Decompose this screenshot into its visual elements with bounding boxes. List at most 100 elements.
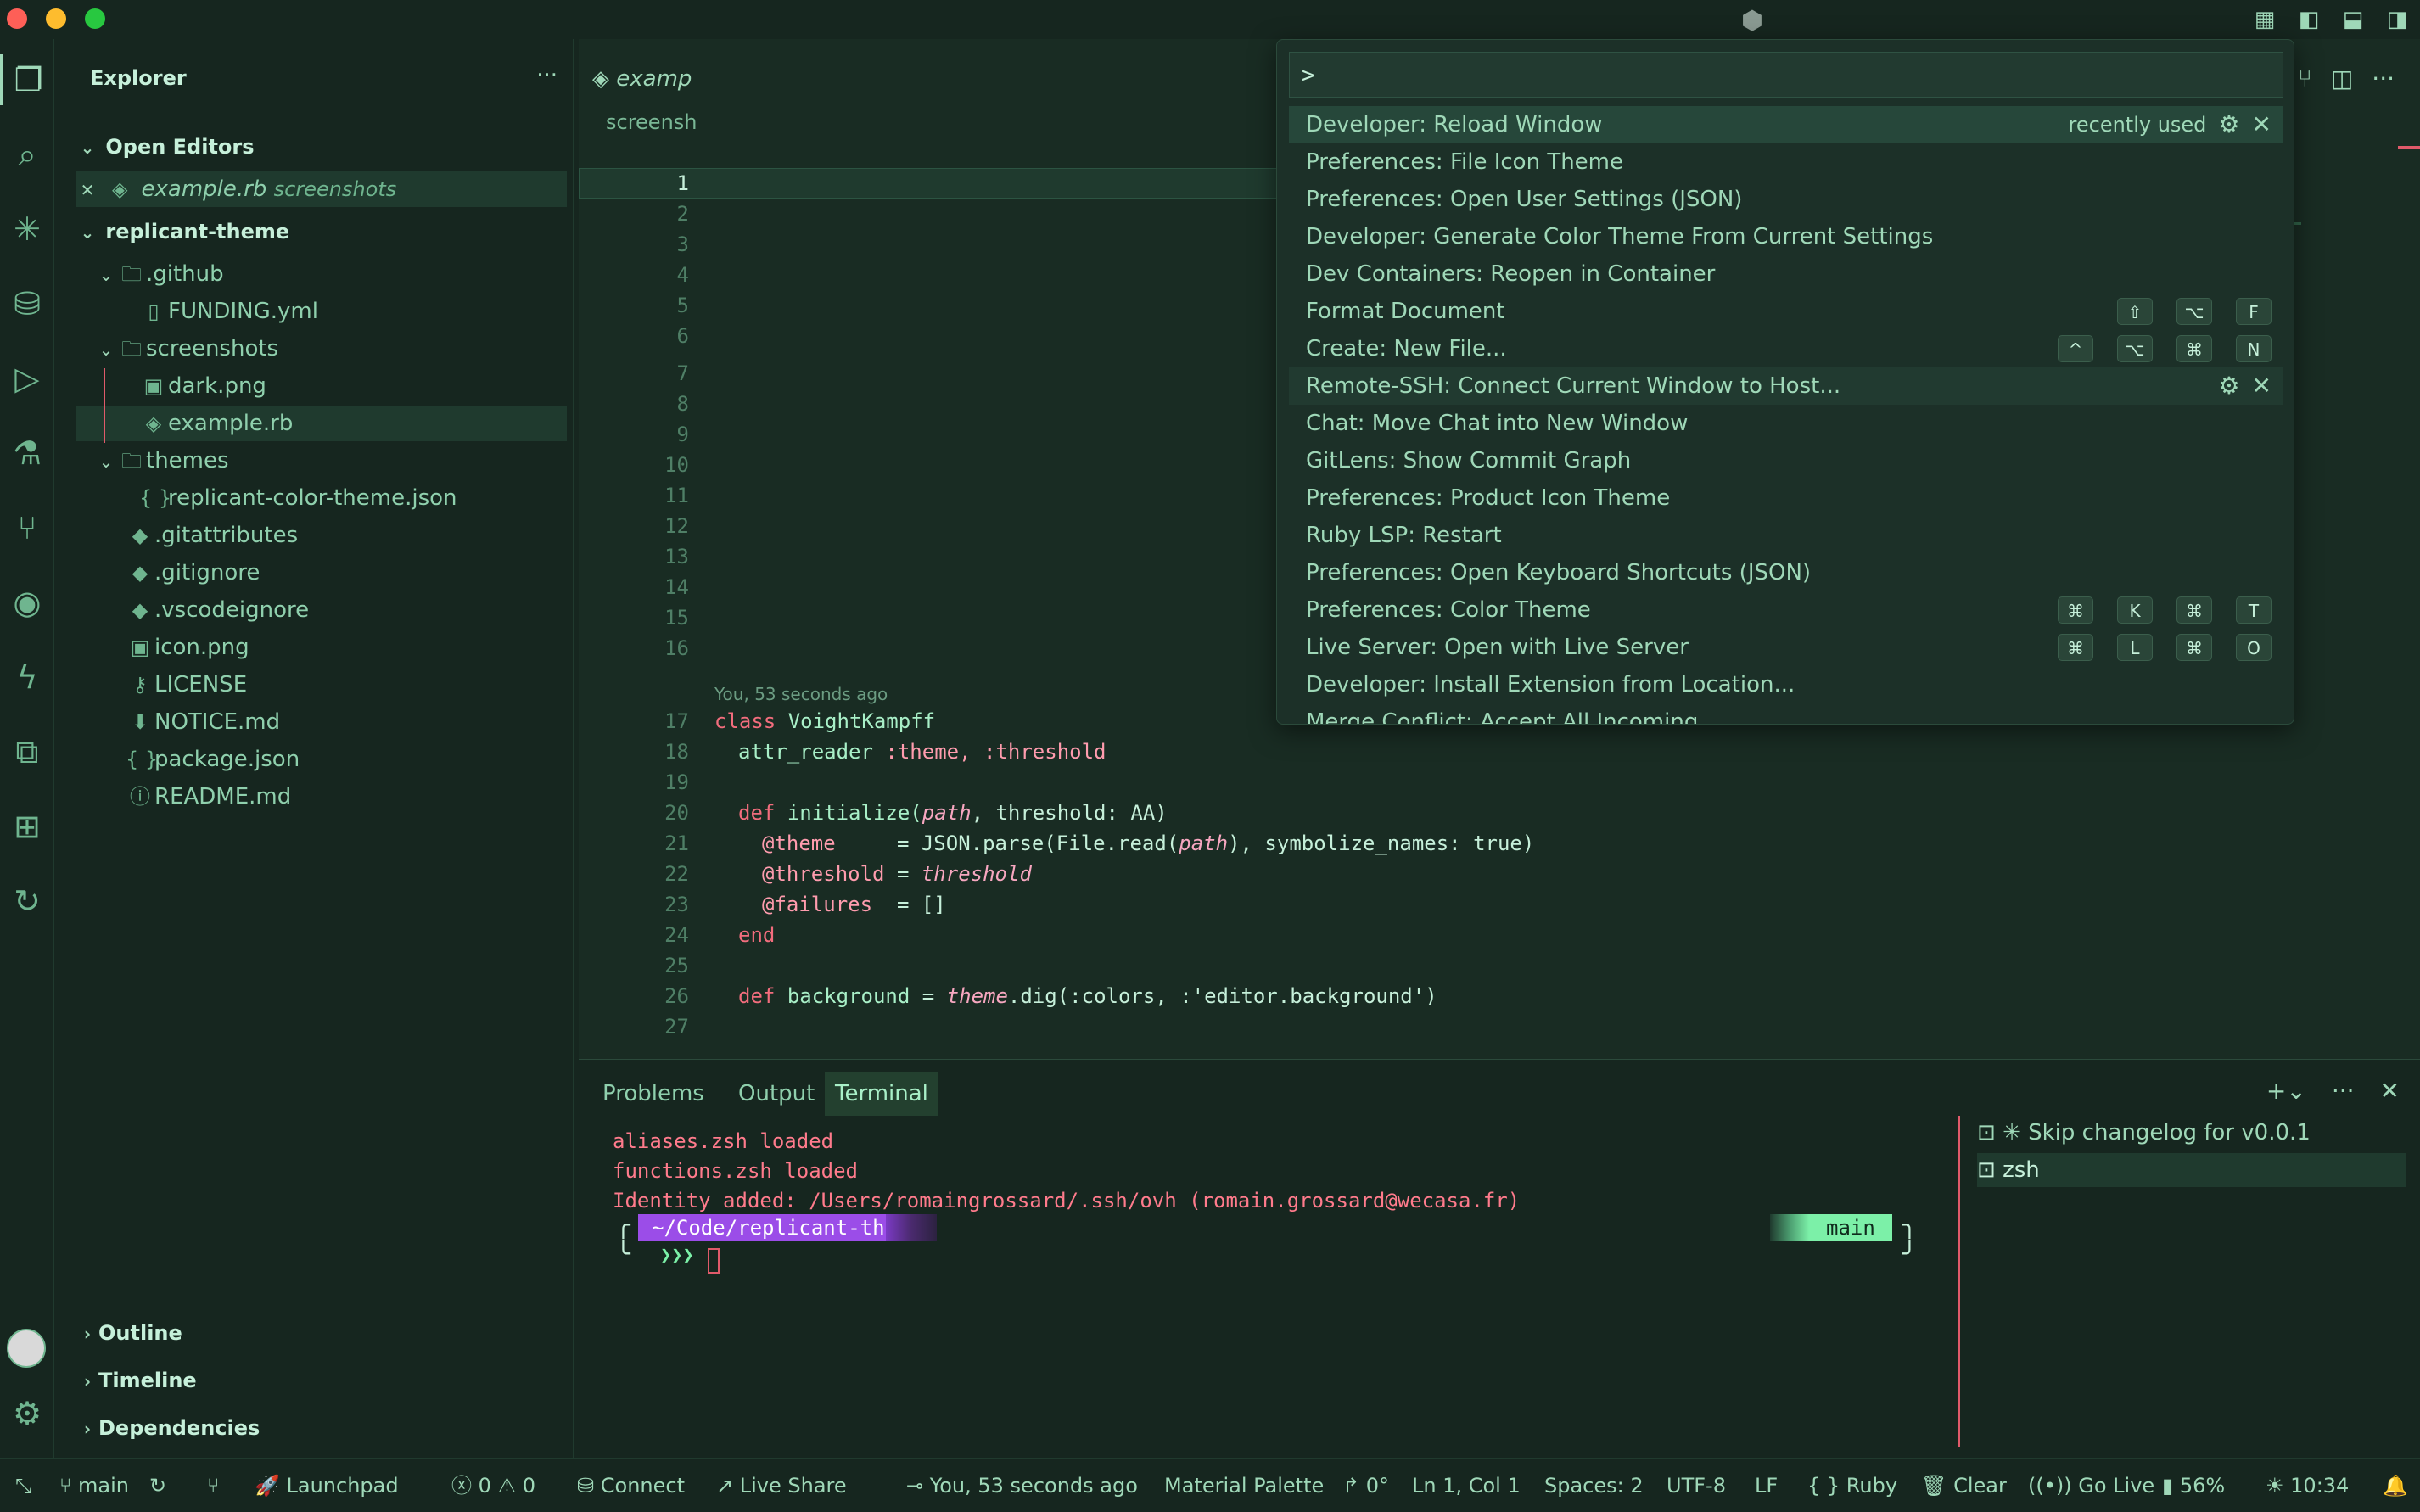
battery-item[interactable]: ▮ 56% <box>2162 1459 2225 1512</box>
material-palette-item[interactable]: Material Palette <box>1164 1459 1324 1512</box>
tree-item-notice[interactable]: ⬇ NOTICE.md <box>76 704 567 740</box>
live-share-item[interactable]: ↗ Live Share <box>716 1459 847 1512</box>
close-icon[interactable]: ✕ <box>76 172 98 208</box>
palette-item-reopen-container[interactable]: Dev Containers: Reopen in Container <box>1289 255 2283 293</box>
github-icon[interactable]: ◉ <box>0 577 54 628</box>
lightning-icon[interactable]: ϟ <box>0 652 54 703</box>
launchpad-item[interactable]: 🚀 Launchpad <box>255 1459 399 1512</box>
project-root[interactable]: ⌄ replicant-theme <box>76 214 567 249</box>
palette-item-user-settings-json[interactable]: Preferences: Open User Settings (JSON) <box>1289 181 2283 218</box>
tree-item-themes[interactable]: ⌄ 🗀 themes <box>76 443 567 479</box>
close-icon[interactable]: ✕ <box>2252 367 2272 405</box>
open-editors-section[interactable]: ⌄ Open Editors <box>76 129 567 165</box>
more-actions-icon[interactable]: ··· <box>2332 1077 2355 1105</box>
tree-item-package-json[interactable]: { }package.json <box>76 742 567 777</box>
more-actions-icon[interactable]: ··· <box>2372 64 2395 92</box>
gear-icon[interactable]: ⚙ <box>2218 367 2239 405</box>
code-line-26[interactable]: def background = theme.dig(:colors, :'ed… <box>738 984 1437 1008</box>
palette-item-live-server[interactable]: Live Server: Open with Live Server ⌘ L ⌘ O <box>1289 629 2283 666</box>
outline-section[interactable]: › Outline <box>76 1315 567 1351</box>
terminal-cursor[interactable] <box>708 1248 720 1274</box>
close-panel-icon[interactable]: ✕ <box>2380 1077 2400 1105</box>
code-line-18[interactable]: attr_reader :theme, :threshold <box>738 740 1106 764</box>
go-live-item[interactable]: ((•)) Go Live <box>2028 1459 2154 1512</box>
tree-item-license[interactable]: ⚷ LICENSE <box>76 667 567 703</box>
tree-item-example-rb[interactable]: ◈ example.rb <box>76 406 567 441</box>
code-line-17[interactable]: class VoightKampff <box>714 709 935 733</box>
palette-item-install-extension[interactable]: Developer: Install Extension from Locati… <box>1289 666 2283 703</box>
database-icon[interactable]: ⛁ <box>0 278 54 329</box>
palette-item-color-theme[interactable]: Preferences: Color Theme ⌘ K ⌘ T <box>1289 591 2283 629</box>
more-actions-icon[interactable]: ··· <box>536 63 557 88</box>
minimize-window-button[interactable] <box>46 8 66 29</box>
command-palette-input[interactable]: > <box>1289 52 2283 98</box>
testing-icon[interactable]: ⚗ <box>0 428 54 479</box>
palette-item-product-icon-theme[interactable]: Preferences: Product Icon Theme <box>1289 479 2283 517</box>
search-icon[interactable]: ⌕ <box>0 129 54 180</box>
code-line-22[interactable]: @threshold = threshold <box>762 862 1032 886</box>
explorer-icon[interactable]: ❐ <box>0 54 54 105</box>
palette-item-merge-conflict[interactable]: Merge Conflict: Accept All Incoming <box>1289 703 2283 724</box>
palette-item-commit-graph[interactable]: GitLens: Show Commit Graph <box>1289 442 2283 479</box>
tree-item-vscodeignore[interactable]: ◆ .vscodeignore <box>76 592 567 628</box>
customize-layout-icon[interactable]: ▦ <box>2252 7 2277 32</box>
encoding-item[interactable]: UTF-8 <box>1667 1459 1726 1512</box>
sync-icon[interactable]: ↻ <box>149 1459 166 1512</box>
tab-problems[interactable]: Problems <box>592 1072 714 1116</box>
tree-item-screenshots[interactable]: ⌄ 🗀 screenshots <box>76 331 567 367</box>
connect-item[interactable]: ⛁ Connect <box>577 1459 685 1512</box>
clock-item[interactable]: ☀ 10:34 <box>2266 1459 2349 1512</box>
remote-indicator-icon[interactable]: ⤡ <box>15 1459 31 1512</box>
remote-explorer-icon[interactable]: ⧉ <box>0 726 54 777</box>
language-mode[interactable]: { } Ruby <box>1807 1459 1897 1512</box>
rotation-item[interactable]: ↱ 0° <box>1342 1459 1389 1512</box>
copilot-icon[interactable]: ⬢ <box>1738 7 1767 36</box>
code-line-21[interactable]: @theme = JSON.parse(File.read(path), sym… <box>762 832 1534 855</box>
claude-icon[interactable]: ✳ <box>0 204 54 255</box>
tree-item-theme-json[interactable]: { }replicant-color-theme.json <box>76 480 567 516</box>
terminal-item-claude[interactable]: ⊡ ✳ Skip changelog for v0.0.1 <box>1977 1116 2311 1150</box>
blame-item[interactable]: ⊸ You, 53 seconds ago <box>906 1459 1138 1512</box>
code-line-20[interactable]: def initialize(path, threshold: AA) <box>738 801 1168 825</box>
toggle-primary-sidebar-icon[interactable]: ◧ <box>2296 7 2322 32</box>
terminal-item-zsh[interactable]: ⊡ zsh <box>1977 1153 2406 1187</box>
code-line-23[interactable]: @failures = [] <box>762 893 946 916</box>
code-line-24[interactable]: end <box>738 923 775 947</box>
gear-icon[interactable]: ⚙ <box>0 1388 54 1439</box>
tree-item-github[interactable]: ⌄ 🗀 .github <box>76 256 567 292</box>
branch-indicator[interactable]: ⑂ main <box>59 1459 129 1512</box>
close-window-button[interactable] <box>7 8 27 29</box>
tab-terminal[interactable]: Terminal <box>825 1072 938 1116</box>
tree-item-icon-png[interactable]: ▣ icon.png <box>76 630 567 665</box>
breadcrumb[interactable]: screensh <box>606 110 697 134</box>
tree-item-gitattributes[interactable]: ◆ .gitattributes <box>76 518 567 553</box>
editor-tab[interactable]: ◈ examp <box>579 58 706 100</box>
palette-item-generate-color-theme[interactable]: Developer: Generate Color Theme From Cur… <box>1289 218 2283 255</box>
source-control-icon[interactable]: ⑂ <box>0 502 54 553</box>
git-graph-icon[interactable]: ⑂ <box>2298 64 2312 92</box>
eol-item[interactable]: LF <box>1755 1459 1778 1512</box>
tree-item-funding[interactable]: ▯ FUNDING.yml <box>76 294 567 329</box>
timeline-section[interactable]: › Timeline <box>76 1363 567 1398</box>
problems-indicator[interactable]: ⓧ 0 ⚠ 0 <box>451 1459 535 1512</box>
toggle-secondary-sidebar-icon[interactable]: ◨ <box>2384 7 2410 32</box>
palette-item-format-document[interactable]: Format Document ⇧ ⌥ F <box>1289 293 2283 330</box>
palette-item-move-chat[interactable]: Chat: Move Chat into New Window <box>1289 405 2283 442</box>
palette-item-file-icon-theme[interactable]: Preferences: File Icon Theme <box>1289 143 2283 181</box>
run-debug-icon[interactable]: ▷ <box>0 353 54 404</box>
palette-item-remote-ssh[interactable]: Remote-SSH: Connect Current Window to Ho… <box>1289 367 2283 405</box>
tree-item-dark-png[interactable]: ▣ dark.png <box>76 368 567 404</box>
open-editor-item[interactable]: ✕ ◈ example.rb screenshots <box>76 171 567 207</box>
gear-icon[interactable]: ⚙ <box>2218 106 2239 143</box>
dependencies-section[interactable]: › Dependencies <box>76 1410 567 1446</box>
account-avatar[interactable] <box>7 1329 46 1368</box>
bell-icon[interactable]: 🔔 <box>2383 1459 2408 1512</box>
maximize-window-button[interactable] <box>85 8 105 29</box>
palette-item-reload-window[interactable]: Developer: Reload Window recently used ⚙… <box>1289 106 2283 143</box>
toggle-panel-icon[interactable]: ⬓ <box>2340 7 2366 32</box>
git-graph-icon[interactable]: ⑂ <box>207 1459 219 1512</box>
tree-item-readme[interactable]: ⓘ README.md <box>76 779 567 815</box>
tab-output[interactable]: Output <box>728 1072 825 1116</box>
clear-item[interactable]: 🗑 Clear <box>1921 1459 2007 1512</box>
palette-item-new-file[interactable]: Create: New File... ^ ⌥ ⌘ N <box>1289 330 2283 367</box>
